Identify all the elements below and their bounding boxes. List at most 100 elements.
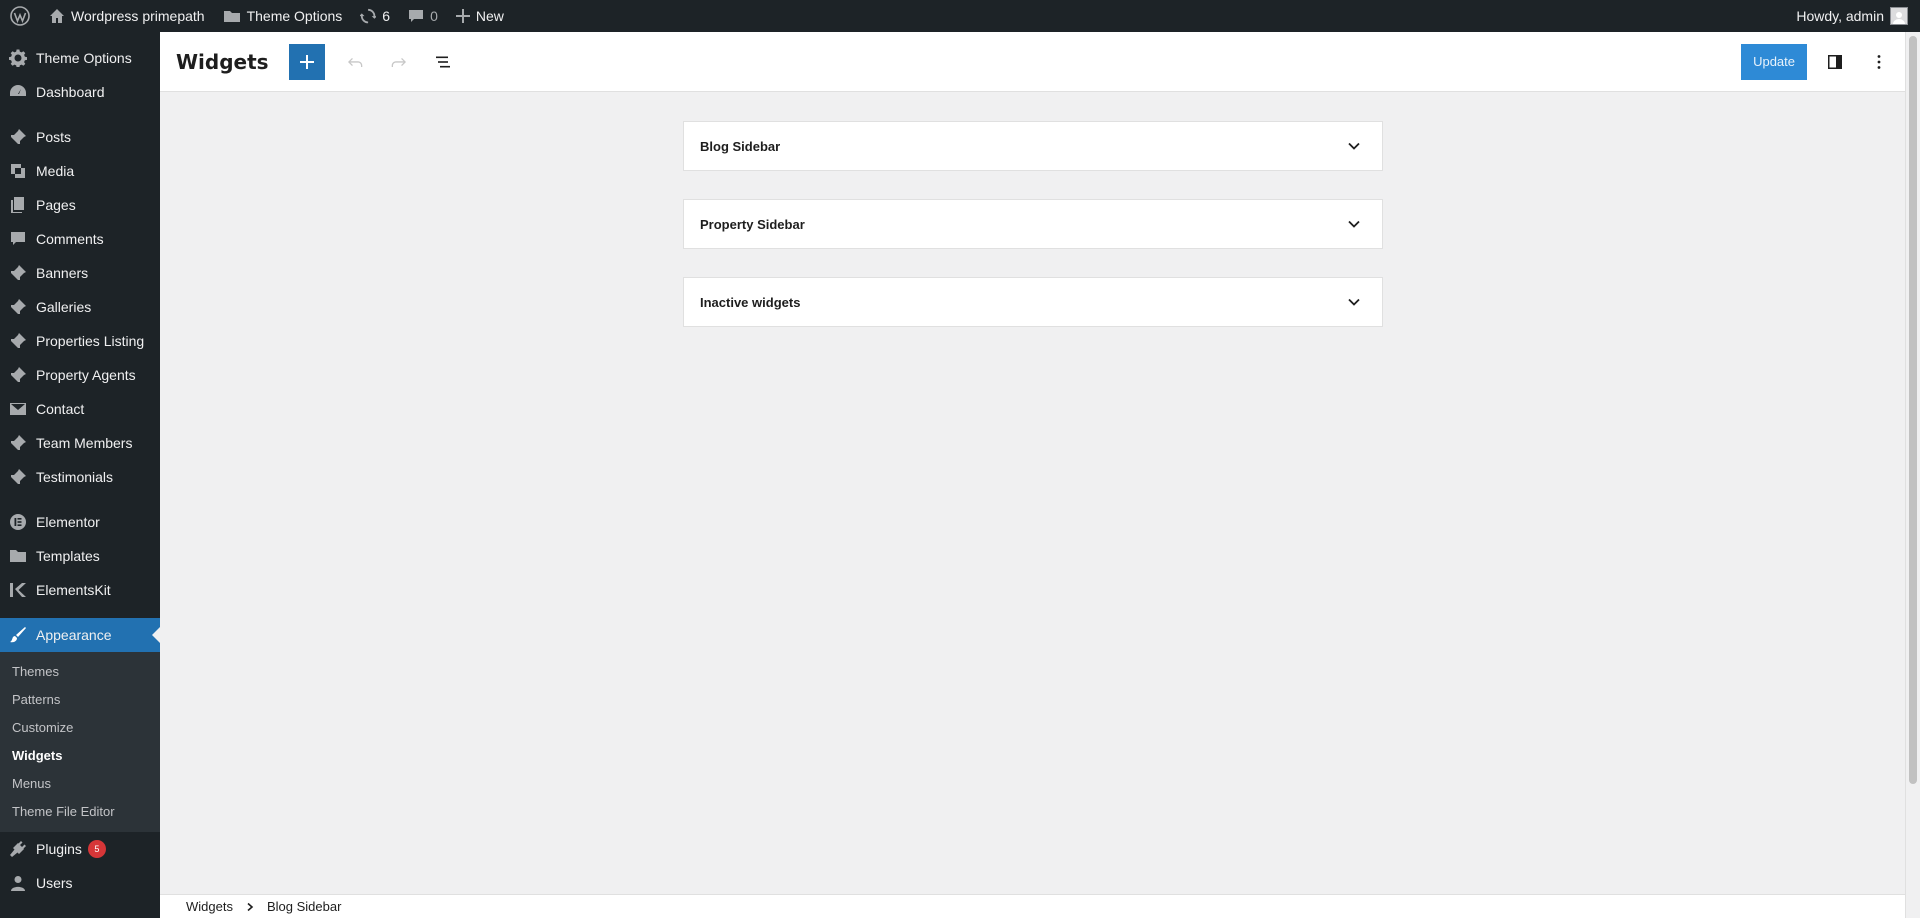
plugins-update-badge: 5 [87,840,106,858]
menu-posts[interactable]: Posts [0,120,160,154]
comment-icon [408,8,424,24]
submenu-patterns[interactable]: Patterns [0,686,160,714]
avatar [1890,7,1908,25]
scrollbar-thumb[interactable] [1909,36,1917,784]
submenu-widgets[interactable]: Widgets [0,742,160,770]
menu-label: Templates [36,548,100,564]
updates-icon [360,8,377,24]
menu-label: Testimonials [36,469,114,485]
breadcrumb: Widgets Blog Sidebar [160,894,1905,918]
menu-dashboard[interactable]: Dashboard [0,75,160,109]
update-button[interactable]: Update [1741,43,1807,80]
page-title: Widgets [176,49,269,74]
submenu-themes[interactable]: Themes [0,658,160,686]
widget-area-title: Inactive widgets [700,294,801,310]
comments-count: 0 [430,8,438,24]
dashboard-icon [8,82,28,102]
elementor-icon [8,512,28,532]
my-account-link[interactable]: Howdy, admin [1787,0,1920,32]
site-name: Wordpress primepath [71,8,205,24]
options-menu-button[interactable] [1861,44,1897,80]
submenu-menus[interactable]: Menus [0,770,160,798]
menu-label: Galleries [36,299,92,315]
undo-button[interactable] [337,44,373,80]
pin-icon [8,433,28,453]
menu-contact[interactable]: Contact [0,392,160,426]
menu-label: Team Members [36,435,133,451]
redo-button[interactable] [381,44,417,80]
menu-label: Posts [36,129,72,145]
menu-label: Plugins [36,841,82,857]
new-label: New [475,8,504,24]
admin-bar: Wordpress primepath Theme Options 6 0 Ne… [0,0,1920,32]
menu-label: Pages [36,197,76,213]
chevron-down-icon [1346,294,1362,310]
menu-elementor[interactable]: Elementor [0,505,160,539]
submenu-customize[interactable]: Customize [0,714,160,742]
menu-templates[interactable]: Templates [0,539,160,573]
plug-icon [8,839,28,859]
widget-area-property-sidebar[interactable]: Property Sidebar [683,199,1383,249]
howdy-text: Howdy, admin [1796,8,1884,24]
widget-area-inactive-widgets[interactable]: Inactive widgets [683,277,1383,327]
comment-icon [8,229,28,249]
menu-users[interactable]: Users [0,866,160,900]
widget-area-blog-sidebar[interactable]: Blog Sidebar [683,121,1383,171]
undo-icon [345,52,365,72]
menu-label: Properties Listing [36,333,145,349]
widget-areas: Blog Sidebar Property Sidebar Inactive w… [160,92,1905,894]
admin-sidebar: Theme Options Dashboard Posts Media Page… [0,32,160,918]
menu-properties-listing[interactable]: Properties Listing [0,324,160,358]
menu-label: Media [36,163,75,179]
appearance-submenu: Themes Patterns Customize Widgets Menus … [0,652,160,832]
menu-pages[interactable]: Pages [0,188,160,222]
menu-label: ElementsKit [36,582,111,598]
comments-link[interactable]: 0 [399,0,447,32]
menu-label: Elementor [36,514,100,530]
menu-testimonials[interactable]: Testimonials [0,460,160,494]
breadcrumb-blog-sidebar[interactable]: Blog Sidebar [267,899,341,914]
page-scrollbar[interactable] [1905,32,1920,918]
breadcrumb-widgets[interactable]: Widgets [186,899,233,914]
menu-team-members[interactable]: Team Members [0,426,160,460]
menu-appearance[interactable]: Appearance [0,618,160,652]
plus-icon [299,54,315,70]
theme-options-label: Theme Options [246,8,343,24]
gear-icon [8,48,28,68]
menu-label: Contact [36,401,85,417]
new-content-link[interactable]: New [447,0,513,32]
menu-elementskit[interactable]: ElementsKit [0,573,160,607]
folder-icon [8,546,28,566]
menu-label: Comments [36,231,104,247]
wordpress-logo-icon[interactable] [0,0,40,32]
menu-comments[interactable]: Comments [0,222,160,256]
menu-media[interactable]: Media [0,154,160,188]
menu-label: Theme Options [36,50,132,66]
mail-icon [8,399,28,419]
pin-icon [8,297,28,317]
pin-icon [8,263,28,283]
folder-icon [223,8,241,24]
home-icon [49,8,65,24]
add-block-button[interactable] [288,43,325,80]
menu-plugins[interactable]: Plugins 5 [0,832,160,866]
chevron-right-icon [245,902,255,912]
pin-icon [8,365,28,385]
site-name-link[interactable]: Wordpress primepath [40,0,214,32]
menu-label: Property Agents [36,367,136,383]
updates-count: 6 [382,8,391,24]
more-vertical-icon [1869,52,1889,72]
settings-sidebar-button[interactable] [1817,44,1853,80]
menu-galleries[interactable]: Galleries [0,290,160,324]
menu-label: Banners [36,265,89,281]
menu-banners[interactable]: Banners [0,256,160,290]
pin-icon [8,467,28,487]
menu-theme-options[interactable]: Theme Options [0,41,160,75]
menu-label: Appearance [36,627,112,643]
list-view-button[interactable] [425,44,461,80]
menu-property-agents[interactable]: Property Agents [0,358,160,392]
updates-link[interactable]: 6 [351,0,399,32]
submenu-theme-file-editor[interactable]: Theme File Editor [0,798,160,826]
chevron-down-icon [1346,216,1362,232]
theme-options-link[interactable]: Theme Options [214,0,352,32]
